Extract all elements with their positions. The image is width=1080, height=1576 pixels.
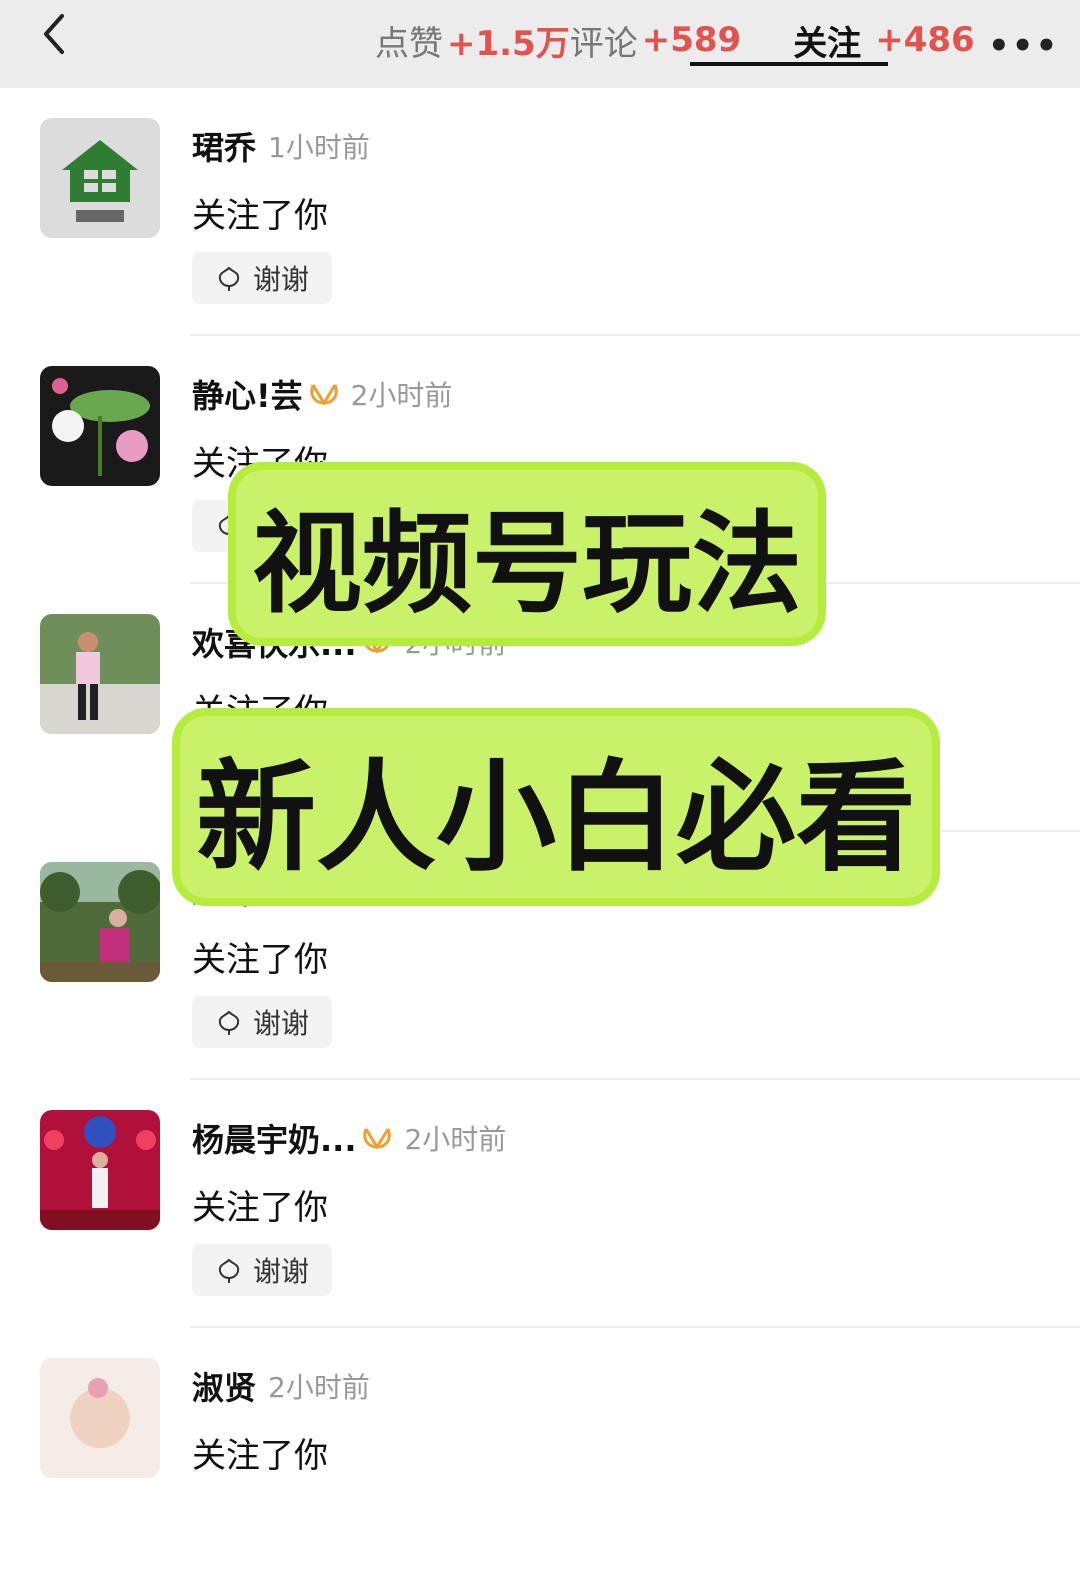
avatar[interactable] <box>40 118 160 238</box>
tab-likes[interactable]: 点赞 +1.5万 <box>375 14 570 66</box>
tab-comments[interactable]: 评论 +589 <box>570 14 741 66</box>
thanks-label: 谢谢 <box>252 263 309 296</box>
user-name[interactable]: 五婶 <box>192 867 256 913</box>
flower-icon <box>218 1010 240 1035</box>
list-item[interactable]: 五婶 2小时前 关注了你 谢谢 <box>0 832 1080 1080</box>
timestamp: 2小时前 <box>404 1123 507 1156</box>
lotus-photo-icon <box>40 366 160 486</box>
thanks-button[interactable]: 谢谢 <box>192 1244 332 1296</box>
avatar[interactable] <box>40 862 160 982</box>
thanks-button[interactable]: 谢谢 <box>192 748 332 800</box>
name-row: 淑贤 2小时前 <box>192 1364 370 1408</box>
thanks-button[interactable]: 谢谢 <box>192 996 332 1048</box>
notification-list: 珺乔 1小时前 关注了你 谢谢 静心!芸 2小时前 关注了你 谢谢 欢喜快乐..… <box>0 88 1080 1576</box>
user-name[interactable]: 淑贤 <box>192 1363 256 1409</box>
thanks-label: 谢谢 <box>252 511 309 544</box>
name-row: 五婶 2小时前 <box>192 868 370 912</box>
user-name[interactable]: 欢喜快乐... <box>192 619 356 665</box>
timestamp: 2小时前 <box>268 1371 370 1404</box>
timestamp: 2小时前 <box>350 379 453 412</box>
verified-badge-icon <box>309 384 338 406</box>
more-options-icon[interactable]: ••• <box>988 26 1059 66</box>
timestamp: 2小时前 <box>404 627 507 660</box>
list-item[interactable]: 珺乔 1小时前 关注了你 谢谢 <box>0 88 1080 336</box>
name-row: 欢喜快乐... 2小时前 <box>192 620 506 664</box>
thanks-button[interactable]: 谢谢 <box>192 500 332 552</box>
flower-icon <box>218 266 240 291</box>
list-item[interactable]: 欢喜快乐... 2小时前 关注了你 谢谢 <box>0 584 1080 832</box>
back-arrow-icon[interactable] <box>38 12 72 56</box>
tab-follows-label: 关注 <box>793 23 862 64</box>
notification-tabs: 点赞 +1.5万 评论 +589 关注 +486 <box>375 10 975 70</box>
action-text: 关注了你 <box>192 196 328 236</box>
thanks-label: 谢谢 <box>252 759 309 792</box>
flower-icon <box>218 762 240 787</box>
flower-icon <box>218 1258 240 1283</box>
action-text: 关注了你 <box>192 1436 328 1476</box>
tab-follows-count: +486 <box>875 20 975 60</box>
top-navigation-bar: 点赞 +1.5万 评论 +589 关注 +486 ••• <box>0 0 1080 88</box>
tab-comments-label: 评论 <box>569 23 638 64</box>
baby-photo-icon <box>40 1358 160 1478</box>
name-row: 珺乔 1小时前 <box>192 124 370 168</box>
tab-follows[interactable]: 关注 +486 <box>793 14 974 66</box>
flower-icon <box>218 514 240 539</box>
name-row: 杨晨宇奶... 2小时前 <box>192 1116 506 1160</box>
thanks-label: 谢谢 <box>252 1007 309 1040</box>
tab-comments-count: +589 <box>641 20 742 60</box>
verified-badge-icon <box>363 632 392 654</box>
garden-photo-icon <box>40 862 160 982</box>
thanks-label: 谢谢 <box>252 1255 309 1288</box>
avatar[interactable] <box>40 1358 160 1478</box>
avatar[interactable] <box>40 366 160 486</box>
user-name[interactable]: 珺乔 <box>192 123 256 169</box>
list-item[interactable]: 淑贤 2小时前 关注了你 <box>0 1328 1080 1576</box>
name-row: 静心!芸 2小时前 <box>192 372 452 416</box>
action-text: 关注了你 <box>192 1188 328 1228</box>
person-photo-icon <box>40 614 160 734</box>
list-item[interactable]: 杨晨宇奶... 2小时前 关注了你 谢谢 <box>0 1080 1080 1328</box>
timestamp: 2小时前 <box>268 875 370 908</box>
avatar[interactable] <box>40 1110 160 1230</box>
user-name[interactable]: 杨晨宇奶... <box>192 1115 356 1161</box>
list-item[interactable]: 静心!芸 2小时前 关注了你 谢谢 <box>0 336 1080 584</box>
tab-likes-count: +1.5万 <box>447 23 570 64</box>
active-tab-indicator <box>690 62 888 66</box>
stage-photo-icon <box>40 1110 160 1230</box>
thanks-button[interactable]: 谢谢 <box>192 252 332 304</box>
action-text: 关注了你 <box>192 692 328 732</box>
timestamp: 1小时前 <box>268 131 370 164</box>
tab-likes-label: 点赞 <box>375 23 443 64</box>
verified-badge-icon <box>363 1128 392 1150</box>
house-logo-icon <box>40 118 160 238</box>
action-text: 关注了你 <box>192 444 328 484</box>
avatar[interactable] <box>40 614 160 734</box>
action-text: 关注了你 <box>192 940 328 980</box>
user-name[interactable]: 静心!芸 <box>192 371 303 417</box>
